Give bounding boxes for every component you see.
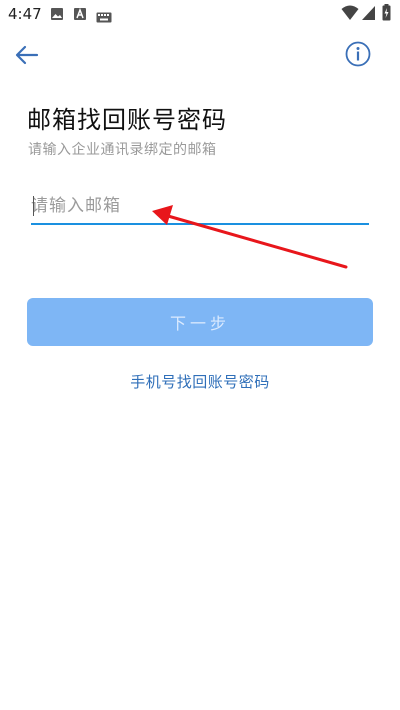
text-cursor (33, 196, 34, 216)
status-time: 4:47 (8, 5, 42, 23)
email-input[interactable] (31, 190, 369, 222)
keyboard-icon (96, 8, 112, 27)
battery-icon (382, 4, 391, 25)
arrow-left-icon (15, 45, 39, 65)
page-title: 邮箱找回账号密码 (27, 106, 227, 134)
image-icon (50, 6, 64, 25)
phone-recovery-link[interactable]: 手机号找回账号密码 (0, 371, 400, 392)
next-button[interactable]: 下一步 (27, 298, 373, 346)
page-subtitle: 请输入企业通讯录绑定的邮箱 (28, 142, 217, 158)
status-bar: 4:47 (0, 0, 400, 28)
email-input-underline (31, 223, 369, 225)
email-field-container (31, 190, 369, 224)
wifi-icon (341, 5, 359, 25)
info-circle-icon (345, 41, 371, 67)
info-button[interactable] (344, 40, 372, 68)
a-icon (73, 6, 87, 25)
app-bar (0, 28, 400, 80)
next-button-label: 下一步 (169, 314, 230, 333)
signal-icon (361, 5, 376, 25)
back-button[interactable] (12, 40, 42, 70)
